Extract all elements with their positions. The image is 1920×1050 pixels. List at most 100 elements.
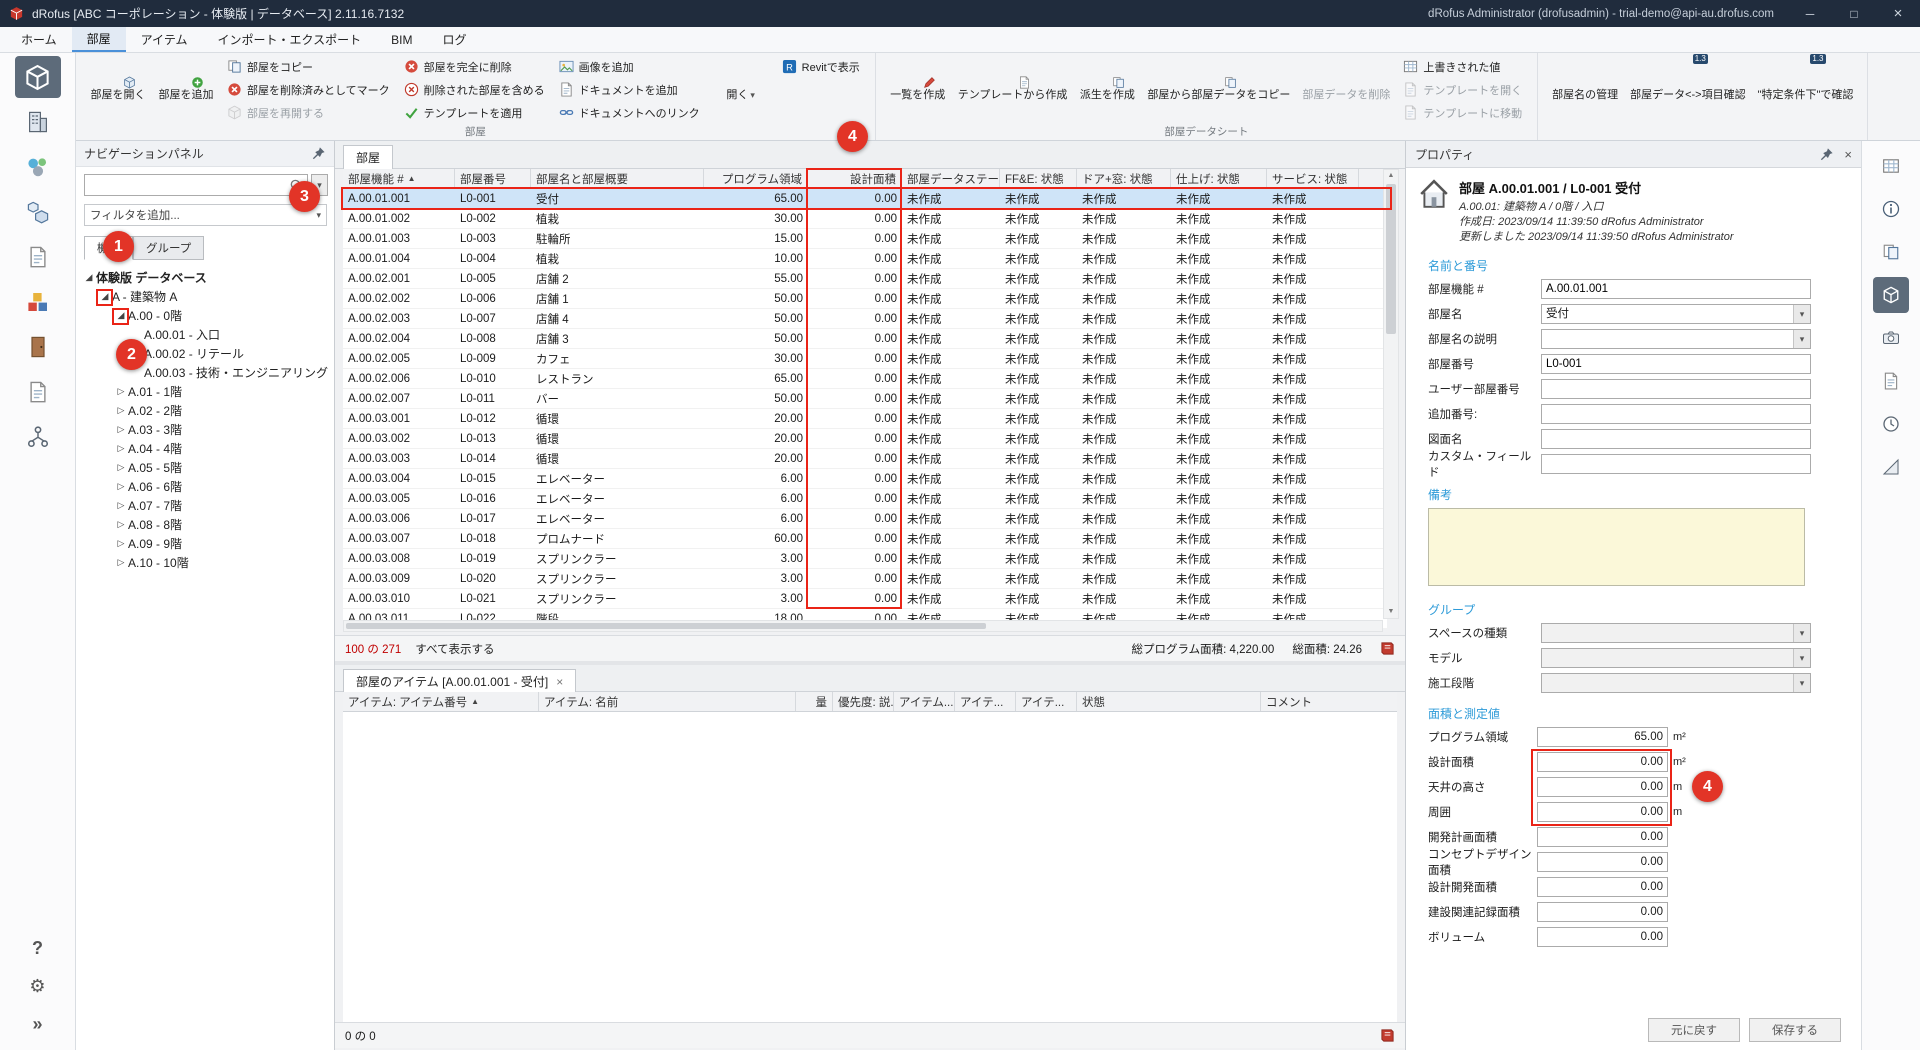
report-book-icon[interactable] <box>1380 641 1395 656</box>
shapes-icon[interactable] <box>15 146 61 188</box>
room-row[interactable]: A.00.02.005 L0-009 カフェ 30.00 0.00 未作成 未作… <box>343 349 1387 369</box>
tree-expander[interactable]: ◢ <box>114 310 128 321</box>
room-row[interactable]: A.00.03.004 L0-015 エレベーター 6.00 0.00 未作成 … <box>343 469 1387 489</box>
copy-room-button[interactable]: 部屋をコピー <box>223 56 394 77</box>
tab-bim[interactable]: BIM <box>376 27 427 52</box>
room-row[interactable]: A.00.03.001 L0-012 循環 20.00 0.00 未作成 未作成… <box>343 409 1387 429</box>
measure-ruler-icon[interactable] <box>1873 449 1909 485</box>
buildings-icon[interactable] <box>15 101 61 143</box>
history-clock-icon[interactable] <box>1873 406 1909 442</box>
show-all-link[interactable]: すべて表示する <box>415 641 494 657</box>
room-row[interactable]: A.00.02.002 L0-006 店舗 1 50.00 0.00 未作成 未… <box>343 289 1387 309</box>
tree-item-retail[interactable]: A.00.02 - リテール <box>76 344 334 363</box>
grid-view-icon[interactable] <box>1873 148 1909 184</box>
tree-item-floor-7[interactable]: ▷A.07 - 7階 <box>76 496 334 515</box>
tree-expander[interactable]: ◢ <box>82 272 96 283</box>
tree-expander[interactable]: ◢ <box>98 291 112 302</box>
room-items-tab[interactable]: 部屋のアイテム [A.00.01.001 - 受付] × <box>343 669 576 693</box>
copy-room-data-button[interactable]: 部屋から部屋データをコピー <box>1141 56 1296 103</box>
tree-expander[interactable]: ▷ <box>114 519 128 530</box>
tree-item-floor-5[interactable]: ▷A.05 - 5階 <box>76 458 334 477</box>
room-row[interactable]: A.00.03.006 L0-017 エレベーター 6.00 0.00 未作成 … <box>343 509 1387 529</box>
tree-expander[interactable]: ▷ <box>114 481 128 492</box>
room-row[interactable]: A.00.02.006 L0-010 レストラン 65.00 0.00 未作成 … <box>343 369 1387 389</box>
blocks-icon[interactable] <box>15 281 61 323</box>
link-document-button[interactable]: ドキュメントへのリンク <box>555 102 704 123</box>
tree-item-floor-2[interactable]: ▷A.02 - 2階 <box>76 401 334 420</box>
room-row[interactable]: A.00.01.001 L0-001 受付 65.00 0.00 未作成 未作成… <box>343 189 1387 209</box>
tree-item-floor-10[interactable]: ▷A.10 - 10階 <box>76 553 334 572</box>
custom-field-input[interactable] <box>1541 454 1811 474</box>
search-input[interactable] <box>85 176 289 194</box>
tree-expander[interactable]: ▷ <box>114 538 128 549</box>
documents-icon[interactable] <box>15 236 61 278</box>
scrollbar-thumb[interactable] <box>346 623 986 629</box>
room-row[interactable]: A.00.03.010 L0-021 スプリンクラー 3.00 0.00 未作成… <box>343 589 1387 609</box>
room-data-item-check-button[interactable]: 1.3 部屋データ<->項目確認 <box>1624 56 1752 103</box>
col-ffe-status[interactable]: FF&E: 状態 <box>1000 169 1077 188</box>
open-room-button[interactable]: 部屋を開く <box>84 56 152 103</box>
tree-expander[interactable]: ▷ <box>114 405 128 416</box>
show-in-revit-button[interactable]: Revitで表示 <box>778 56 864 77</box>
room-name-description-combo[interactable]: ▾ <box>1541 329 1811 349</box>
additional-number-input[interactable] <box>1541 404 1811 424</box>
room-row[interactable]: A.00.01.003 L0-003 駐輪所 15.00 0.00 未作成 未作… <box>343 229 1387 249</box>
pin-icon[interactable] <box>1819 147 1834 162</box>
col-finish-status[interactable]: 仕上げ: 状態 <box>1171 169 1267 188</box>
col-priority[interactable]: 優先度: 説... <box>833 692 894 711</box>
tree-expander[interactable]: ▷ <box>114 557 128 568</box>
drofus-home-icon[interactable] <box>15 56 61 98</box>
undo-button[interactable]: 元に戻す <box>1648 1018 1740 1042</box>
room-row[interactable]: A.00.03.007 L0-018 プロムナード 60.00 0.00 未作成… <box>343 529 1387 549</box>
create-datasheet-button[interactable]: 一覧を作成 <box>884 56 952 103</box>
col-comment[interactable]: コメント <box>1261 692 1397 711</box>
tree-expander[interactable]: ▷ <box>114 443 128 454</box>
col-item-4[interactable]: アイテム... <box>894 692 955 711</box>
tree-expander[interactable]: ▷ <box>114 500 128 511</box>
apply-template-button[interactable]: テンプレートを適用 <box>400 102 549 123</box>
check-specific-conditions-button[interactable]: 1.3 "特定条件下"で確認 <box>1752 56 1860 103</box>
room-name-combo[interactable]: 受付▾ <box>1541 304 1811 324</box>
document-icon[interactable] <box>1873 363 1909 399</box>
move-to-template-button[interactable]: テンプレートに移動 <box>1399 102 1526 123</box>
delete-room-data-button[interactable]: 部屋データを削除 <box>1296 56 1396 103</box>
pin-icon[interactable] <box>311 146 326 161</box>
room-row[interactable]: A.00.02.007 L0-011 バー 50.00 0.00 未作成 未作成… <box>343 389 1387 409</box>
tree-item-floor-8[interactable]: ▷A.08 - 8階 <box>76 515 334 534</box>
tab-home[interactable]: ホーム <box>6 27 72 52</box>
reports-icon[interactable] <box>15 371 61 413</box>
add-document-button[interactable]: ドキュメントを追加 <box>555 79 704 100</box>
room-function-input[interactable] <box>1541 279 1811 299</box>
tab-log[interactable]: ログ <box>427 27 481 52</box>
chevron-down-icon[interactable]: ▾ <box>1793 330 1810 348</box>
create-from-template-button[interactable]: テンプレートから作成 <box>952 56 1074 103</box>
room-row[interactable]: A.00.03.005 L0-016 エレベーター 6.00 0.00 未作成 … <box>343 489 1387 509</box>
chevron-down-icon[interactable]: ▾ <box>1793 649 1810 667</box>
expand-rail-icon[interactable]: » <box>15 1006 61 1042</box>
col-door-window-status[interactable]: ドア+窓: 状態 <box>1077 169 1171 188</box>
user-room-number-input[interactable] <box>1541 379 1811 399</box>
close-button[interactable]: × <box>1876 0 1920 27</box>
model-cube-icon[interactable] <box>1873 277 1909 313</box>
col-item-6[interactable]: アイテ... <box>1016 692 1077 711</box>
tree-item-floor-3[interactable]: ▷A.03 - 3階 <box>76 420 334 439</box>
model-combo[interactable]: ▾ <box>1541 648 1811 668</box>
scrollbar-thumb[interactable] <box>1386 184 1396 334</box>
area-value-input[interactable]: 0.00 <box>1537 827 1668 847</box>
door-icon[interactable] <box>15 326 61 368</box>
tree-item-floor-9[interactable]: ▷A.09 - 9階 <box>76 534 334 553</box>
space-type-combo[interactable]: ▾ <box>1541 623 1811 643</box>
col-room-data-status[interactable]: 部屋データステータス <box>902 169 1000 188</box>
col-service-status[interactable]: サービス: 状態 <box>1267 169 1359 188</box>
rooms-table-tab[interactable]: 部屋 <box>343 145 393 169</box>
room-row[interactable]: A.00.01.002 L0-002 植栽 30.00 0.00 未作成 未作成… <box>343 209 1387 229</box>
tree-item-floor-1[interactable]: ▷A.01 - 1階 <box>76 382 334 401</box>
col-quantity[interactable]: 量 <box>796 692 833 711</box>
area-value-input[interactable]: 0.00 <box>1537 777 1668 797</box>
chevron-down-icon[interactable]: ▾ <box>1793 305 1810 323</box>
area-value-input[interactable]: 65.00 <box>1537 727 1668 747</box>
copies-icon[interactable] <box>1873 234 1909 270</box>
delete-room-permanently-button[interactable]: 部屋を完全に削除 <box>400 56 549 77</box>
manage-room-names-button[interactable]: 部屋名の管理 <box>1546 56 1624 103</box>
www-open-button[interactable]: 開く▾ <box>707 56 775 103</box>
